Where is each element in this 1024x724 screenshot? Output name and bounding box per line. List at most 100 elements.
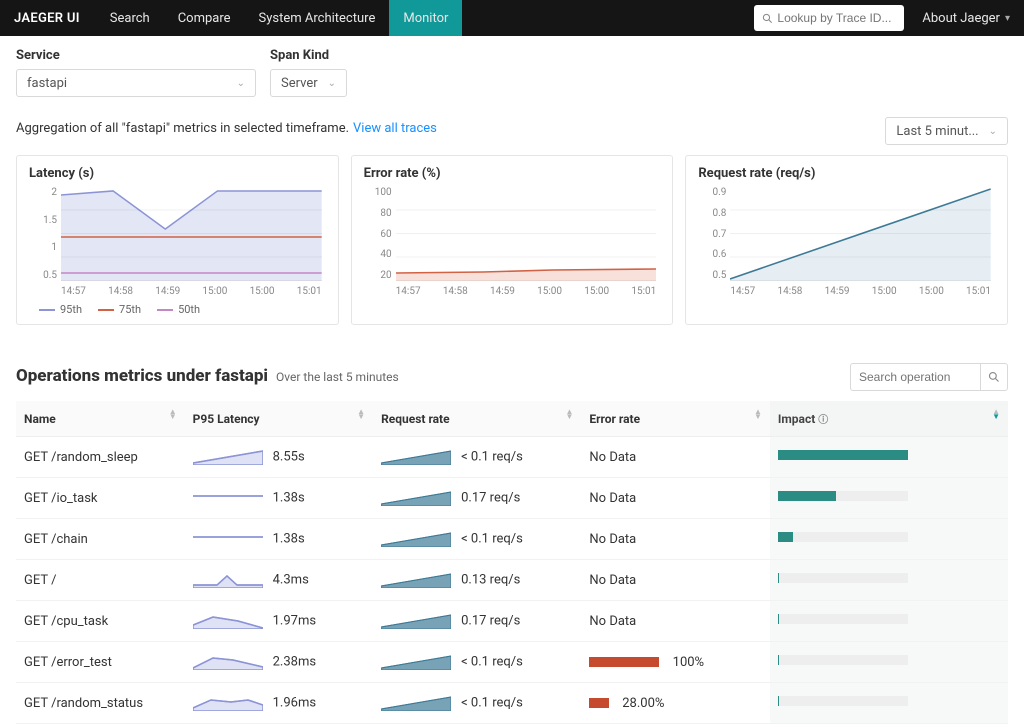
op-errrate: No Data — [581, 560, 769, 601]
col-impact[interactable]: Impact ⓘ▲▼ — [770, 401, 1008, 437]
operations-search — [850, 363, 1008, 391]
op-name: GET /chain — [16, 519, 185, 560]
col-p95[interactable]: P95 Latency▲▼ — [185, 401, 373, 437]
error-panel: Error rate (%) 100 80 60 40 20 14:57 14:… — [351, 155, 674, 325]
nav-search[interactable]: Search — [96, 0, 164, 36]
table-row[interactable]: GET /chain1.38s< 0.1 req/sNo Data — [16, 519, 1008, 560]
sort-icon: ▲▼ — [169, 409, 177, 419]
ytick: 0.7 — [698, 229, 726, 240]
op-name: GET /random_status — [16, 683, 185, 724]
table-row[interactable]: GET /random_status1.96ms< 0.1 req/s 28.0… — [16, 683, 1008, 724]
table-header-row: Name▲▼ P95 Latency▲▼ Request rate▲▼ Erro… — [16, 401, 1008, 437]
xtick: 14:58 — [108, 286, 133, 297]
aggregation-row: Aggregation of all "fastapi" metrics in … — [0, 97, 1024, 155]
service-select[interactable]: fastapi ⌄ — [16, 69, 256, 97]
spankind-value: Server — [281, 76, 318, 91]
xtick: 14:58 — [443, 286, 468, 297]
top-nav: JAEGER UI Search Compare System Architec… — [0, 0, 1024, 36]
timeframe-select[interactable]: Last 5 minut... ⌄ — [885, 117, 1008, 145]
filter-row: Service fastapi ⌄ Span Kind Server ⌄ — [0, 36, 1024, 97]
spankind-select[interactable]: Server ⌄ — [270, 69, 347, 97]
sparkline — [381, 613, 451, 629]
sparkline — [193, 490, 263, 506]
op-errrate: 28.00% — [581, 683, 769, 724]
about-menu[interactable]: About Jaeger ▾ — [922, 11, 1010, 26]
op-p95: 1.97ms — [185, 601, 373, 642]
error-yaxis: 100 80 60 40 20 — [364, 187, 392, 281]
ytick: 100 — [364, 187, 392, 198]
op-reqrate: < 0.1 req/s — [373, 642, 581, 683]
info-icon: ⓘ — [818, 415, 828, 426]
ytick: 1.5 — [29, 215, 57, 226]
op-reqrate: < 0.1 req/s — [373, 437, 581, 478]
sort-icon: ▲▼ — [357, 409, 365, 419]
request-panel: Request rate (req/s) 0.9 0.8 0.7 0.6 0.5… — [685, 155, 1008, 325]
xtick: 15:00 — [919, 286, 944, 297]
chart-panels: Latency (s) 2 1.5 1 0.5 14:57 14:58 — [0, 155, 1024, 325]
error-title: Error rate (%) — [364, 166, 661, 181]
view-all-traces-link[interactable]: View all traces — [353, 121, 437, 136]
xtick: 15:00 — [537, 286, 562, 297]
nav-system-architecture[interactable]: System Architecture — [245, 0, 390, 36]
op-impact — [770, 519, 1008, 560]
sparkline — [381, 490, 451, 506]
ytick: 0.5 — [29, 270, 57, 281]
xtick: 15:01 — [966, 286, 991, 297]
nav-monitor[interactable]: Monitor — [389, 0, 462, 36]
xtick: 15:01 — [297, 286, 322, 297]
aggregation-text: Aggregation of all "fastapi" metrics in … — [16, 121, 349, 136]
service-filter: Service fastapi ⌄ — [16, 48, 256, 97]
col-errrate[interactable]: Error rate▲▼ — [581, 401, 769, 437]
sparkline — [381, 654, 451, 670]
nav-compare[interactable]: Compare — [164, 0, 245, 36]
operations-search-button[interactable] — [980, 363, 1008, 391]
col-name[interactable]: Name▲▼ — [16, 401, 185, 437]
table-row[interactable]: GET /4.3ms0.13 req/sNo Data — [16, 560, 1008, 601]
request-title: Request rate (req/s) — [698, 166, 995, 181]
op-name: GET /io_task — [16, 478, 185, 519]
error-chart: 100 80 60 40 20 14:57 14:58 14:59 15:00 … — [364, 187, 661, 297]
chevron-down-icon: ⌄ — [989, 126, 997, 137]
op-name: GET /cpu_task — [16, 601, 185, 642]
op-impact — [770, 478, 1008, 519]
error-plot — [396, 187, 657, 281]
table-row[interactable]: GET /error_test2.38ms< 0.1 req/s 100% — [16, 642, 1008, 683]
request-xaxis: 14:57 14:58 14:59 15:00 15:00 15:01 — [730, 286, 991, 297]
xtick: 14:57 — [396, 286, 421, 297]
op-name: GET /error_test — [16, 642, 185, 683]
operations-subtitle: Over the last 5 minutes — [276, 370, 399, 384]
operations-title: Operations metrics under fastapi — [16, 366, 268, 386]
op-errrate: No Data — [581, 478, 769, 519]
request-yaxis: 0.9 0.8 0.7 0.6 0.5 — [698, 187, 726, 281]
op-impact — [770, 560, 1008, 601]
xtick: 14:59 — [490, 286, 515, 297]
legend-50th: 50th — [157, 303, 200, 316]
operations-header: Operations metrics under fastapi Over th… — [0, 325, 1024, 401]
latency-legend: 95th 75th 50th — [29, 303, 326, 316]
chevron-down-icon: ▾ — [1005, 13, 1010, 24]
operations-search-input[interactable] — [850, 363, 980, 391]
op-p95: 4.3ms — [185, 560, 373, 601]
about-label: About Jaeger — [922, 11, 1000, 26]
op-reqrate: 0.17 req/s — [373, 478, 581, 519]
op-reqrate: < 0.1 req/s — [373, 683, 581, 724]
latency-title: Latency (s) — [29, 166, 326, 181]
col-reqrate[interactable]: Request rate▲▼ — [373, 401, 581, 437]
trace-lookup[interactable] — [754, 5, 904, 31]
ytick: 0.5 — [698, 270, 726, 281]
latency-yaxis: 2 1.5 1 0.5 — [29, 187, 57, 281]
request-chart: 0.9 0.8 0.7 0.6 0.5 14:57 14:58 14:59 15… — [698, 187, 995, 297]
latency-chart: 2 1.5 1 0.5 14:57 14:58 14:59 15:00 1 — [29, 187, 326, 297]
ytick: 60 — [364, 229, 392, 240]
legend-95th: 95th — [39, 303, 82, 316]
op-name: GET / — [16, 560, 185, 601]
spankind-label: Span Kind — [270, 48, 329, 63]
table-row[interactable]: GET /random_sleep8.55s< 0.1 req/sNo Data — [16, 437, 1008, 478]
table-row[interactable]: GET /io_task1.38s0.17 req/sNo Data — [16, 478, 1008, 519]
op-reqrate: < 0.1 req/s — [373, 519, 581, 560]
sparkline — [193, 613, 263, 629]
ytick: 2 — [29, 187, 57, 198]
search-icon — [988, 371, 1000, 383]
trace-lookup-input[interactable] — [777, 11, 896, 25]
table-row[interactable]: GET /cpu_task1.97ms0.17 req/sNo Data — [16, 601, 1008, 642]
